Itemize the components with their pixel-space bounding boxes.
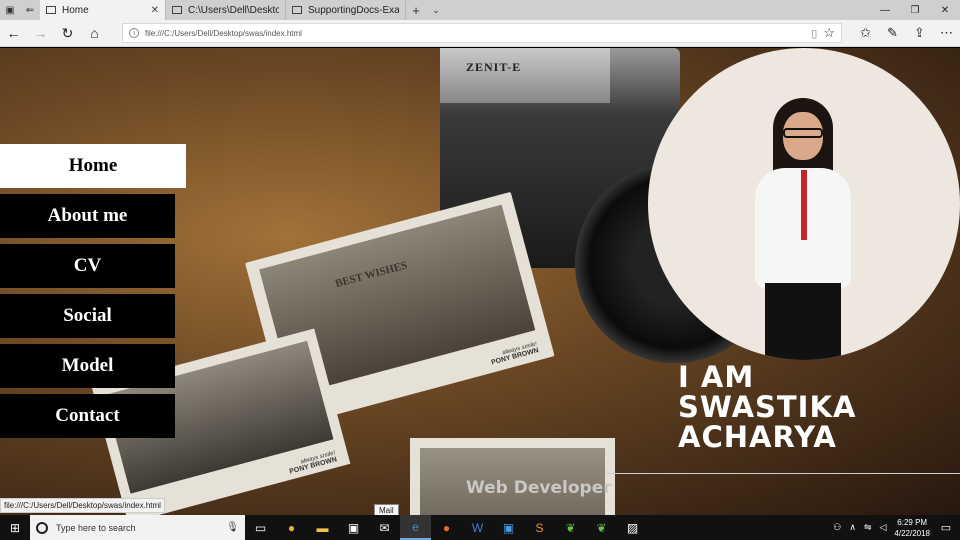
restore-icon[interactable]: ❐ bbox=[900, 0, 930, 20]
window-controls: — ❐ ✕ bbox=[870, 0, 960, 20]
back-icon[interactable]: ← bbox=[0, 20, 27, 47]
minimize-icon[interactable]: — bbox=[870, 0, 900, 20]
search-placeholder: Type here to search bbox=[56, 522, 136, 533]
set-aside-tabs-icon[interactable]: ⇐ bbox=[20, 0, 40, 20]
nav-cv[interactable]: CV bbox=[0, 244, 175, 288]
system-tray: ⚇ ∧ ⇋ ◁ 6:29 PM 4/22/2018 ▭ bbox=[833, 517, 960, 539]
photo-caption: always smile! PONY BROWN bbox=[287, 450, 338, 475]
address-bar[interactable]: i file:///C:/Users/Dell/Desktop/swas/ind… bbox=[122, 23, 842, 43]
tab-supporting-docs[interactable]: SupportingDocs-Example-1 bbox=[286, 0, 406, 20]
web-page: ZENIT-E BEST WISHES always smile! PONY B… bbox=[0, 48, 960, 515]
frog-icon[interactable]: ❦ bbox=[555, 515, 586, 540]
pen-notes-icon[interactable]: ✎ bbox=[879, 25, 906, 41]
network-icon[interactable]: ⇋ bbox=[864, 522, 872, 533]
nav-about-me[interactable]: About me bbox=[0, 194, 175, 238]
tab-folder[interactable]: C:\Users\Dell\Desktop\swas bbox=[166, 0, 286, 20]
reading-view-icon[interactable]: ▯ bbox=[811, 27, 817, 40]
hero-line-2: SWASTIKA bbox=[678, 390, 857, 424]
tab-label: SupportingDocs-Example-1 bbox=[308, 4, 399, 16]
refresh-icon[interactable]: ↻ bbox=[54, 20, 81, 47]
close-tab-icon[interactable]: ✕ bbox=[151, 5, 159, 16]
clock[interactable]: 6:29 PM 4/22/2018 bbox=[894, 517, 930, 539]
sublime-icon[interactable]: S bbox=[524, 515, 555, 540]
new-tab-icon[interactable]: + bbox=[406, 0, 426, 20]
status-bar-url: file:///C:/Users/Dell/Desktop/swas/index… bbox=[0, 498, 165, 513]
store-icon[interactable]: ▣ bbox=[338, 515, 369, 540]
navigation-bar: ← → ↻ ⌂ i file:///C:/Users/Dell/Desktop/… bbox=[0, 20, 960, 47]
polaroid-photo bbox=[410, 438, 615, 515]
page-icon bbox=[292, 6, 302, 14]
tab-label: Home bbox=[62, 4, 89, 16]
tab-label: C:\Users\Dell\Desktop\swas bbox=[188, 4, 279, 16]
people-icon[interactable]: ⚇ bbox=[833, 522, 841, 533]
hero-line-1: I AM bbox=[678, 360, 755, 394]
app-icon[interactable]: ▣ bbox=[493, 515, 524, 540]
tab-strip: ▣ ⇐ Home ✕ C:\Users\Dell\Desktop\swas Su… bbox=[0, 0, 960, 20]
nav-model[interactable]: Model bbox=[0, 344, 175, 388]
photo-caption: always smile! PONY BROWN bbox=[489, 341, 540, 366]
taskbar-tooltip: Mail bbox=[374, 504, 399, 515]
address-url[interactable]: file:///C:/Users/Dell/Desktop/swas/index… bbox=[145, 29, 805, 38]
profile-photo bbox=[648, 48, 960, 360]
clock-time: 6:29 PM bbox=[897, 517, 928, 527]
tab-home[interactable]: Home ✕ bbox=[40, 0, 166, 20]
windows-start-icon[interactable]: ⊞ bbox=[0, 515, 30, 540]
file-explorer-icon[interactable]: ▬ bbox=[307, 515, 338, 540]
favorite-star-icon[interactable]: ☆ bbox=[823, 25, 835, 41]
cortana-icon bbox=[36, 521, 48, 534]
task-view-icon[interactable]: ▭ bbox=[245, 515, 276, 540]
clock-date: 4/22/2018 bbox=[894, 528, 930, 538]
toolbar-right: ✩ ✎ ⇪ ⋯ bbox=[852, 25, 960, 41]
share-icon[interactable]: ⇪ bbox=[906, 25, 933, 41]
divider bbox=[606, 473, 960, 474]
firefox-icon[interactable]: ● bbox=[431, 515, 462, 540]
nav-social[interactable]: Social bbox=[0, 294, 175, 338]
chrome-icon[interactable]: ● bbox=[276, 515, 307, 540]
hero-line-3: ACHARYA bbox=[678, 420, 837, 454]
photos-icon[interactable]: ▨ bbox=[617, 515, 648, 540]
nav-home[interactable]: Home bbox=[0, 144, 186, 188]
more-icon[interactable]: ⋯ bbox=[933, 25, 960, 41]
word-icon[interactable]: W bbox=[462, 515, 493, 540]
role-title: Web Developer bbox=[466, 478, 612, 498]
edge-icon[interactable]: e bbox=[400, 515, 431, 540]
person-figure bbox=[743, 98, 863, 360]
hero-heading: I AM SWASTIKA ACHARYA bbox=[678, 362, 856, 452]
best-wishes-text: BEST WISHES bbox=[334, 259, 409, 291]
forward-icon[interactable]: → bbox=[27, 20, 54, 47]
taskbar: ⊞ Type here to search 🎙 ▭ ● ▬ ▣ ✉ e ● W … bbox=[0, 515, 960, 540]
microphone-icon[interactable]: 🎙 bbox=[226, 522, 239, 533]
camera-brand: ZENIT-E bbox=[466, 60, 522, 74]
side-navigation: Home About me CV Social Model Contact bbox=[0, 144, 186, 444]
chevron-up-icon[interactable]: ∧ bbox=[849, 522, 856, 533]
close-window-icon[interactable]: ✕ bbox=[930, 0, 960, 20]
volume-icon[interactable]: ◁ bbox=[879, 522, 886, 533]
page-icon bbox=[172, 6, 182, 14]
nav-contact[interactable]: Contact bbox=[0, 394, 175, 438]
lanyard-shape bbox=[801, 170, 807, 240]
info-icon[interactable]: i bbox=[129, 28, 139, 38]
page-icon bbox=[46, 6, 56, 14]
frog-icon-2[interactable]: ❦ bbox=[586, 515, 617, 540]
notifications-icon[interactable]: ▭ bbox=[938, 521, 954, 534]
glasses-shape bbox=[783, 128, 823, 138]
tab-manager-icon[interactable]: ▣ bbox=[0, 0, 20, 20]
home-icon[interactable]: ⌂ bbox=[81, 20, 108, 47]
taskbar-apps: ▭ ● ▬ ▣ ✉ e ● W ▣ S ❦ ❦ ▨ bbox=[245, 515, 648, 540]
pants-shape bbox=[765, 283, 841, 360]
chevron-down-icon[interactable]: ⌄ bbox=[426, 0, 446, 20]
taskbar-search[interactable]: Type here to search 🎙 bbox=[30, 515, 245, 540]
mail-icon[interactable]: ✉ bbox=[369, 515, 400, 540]
camera-top-image: ZENIT-E bbox=[440, 48, 610, 103]
favorites-hub-icon[interactable]: ✩ bbox=[852, 25, 879, 41]
